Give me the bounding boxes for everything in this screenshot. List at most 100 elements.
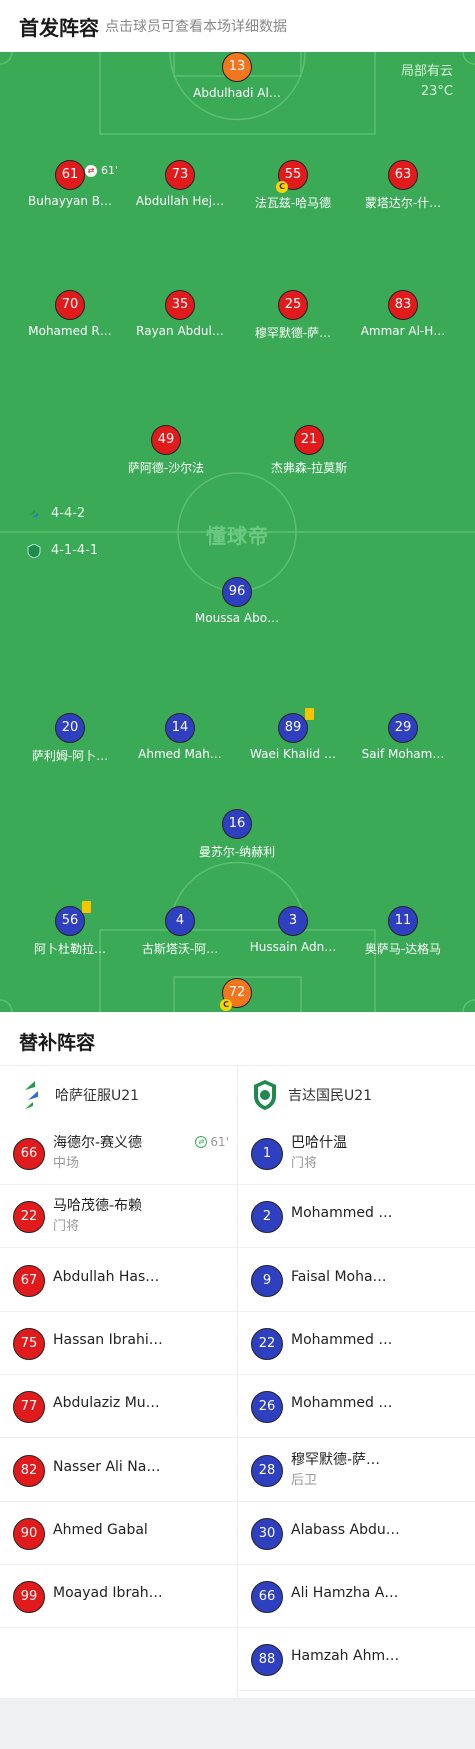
away-player[interactable]: 56 阿卜杜勒拉… bbox=[15, 901, 125, 957]
player-name: Hussain Adn… bbox=[249, 940, 337, 954]
jersey-number: 28 bbox=[251, 1454, 283, 1487]
home-team-header[interactable]: 哈萨征服U21 bbox=[19, 1078, 139, 1112]
substitute-name: Alabass Abdu… bbox=[291, 1521, 400, 1538]
jersey-number-label: 63 bbox=[394, 167, 412, 182]
away-substitute-row[interactable]: 26 Mohammed … bbox=[238, 1375, 475, 1439]
substitute-name: Hassan Ibrahi… bbox=[53, 1331, 163, 1348]
jersey-number: 88 bbox=[251, 1644, 283, 1677]
player-name: 杰弗森-拉莫斯 bbox=[270, 461, 348, 475]
home-player[interactable]: 55 C 法瓦兹-哈马德 bbox=[238, 160, 348, 211]
home-substitute-row[interactable]: 77 Abdulaziz Mu… bbox=[0, 1375, 237, 1439]
home-player[interactable]: 13 Abdulhadi Al… bbox=[182, 52, 292, 100]
away-player[interactable]: 3 Hussain Adn… bbox=[238, 906, 348, 954]
lineup-subtitle: 点击球员可查看本场详细数据 bbox=[105, 19, 287, 35]
substitute-name: Mohammed … bbox=[291, 1205, 393, 1222]
home-player[interactable]: 70 Mohamed R… bbox=[15, 290, 125, 338]
jersey-number: 61 ⇄ 61' bbox=[55, 160, 118, 190]
home-substitute-row[interactable]: 22 马哈茂德-布赖 门将 bbox=[0, 1185, 237, 1249]
jersey-number-label: 4 bbox=[175, 913, 185, 928]
away-substitute-row[interactable]: 22 Mohammed … bbox=[238, 1312, 475, 1375]
jersey-number: 63 bbox=[388, 160, 418, 190]
weather-temperature: 23°C bbox=[420, 84, 453, 99]
jersey-number-label: 70 bbox=[61, 297, 79, 312]
substitute-name: Mohammed … bbox=[291, 1331, 393, 1348]
substitution-icon: ⇄ bbox=[85, 165, 97, 177]
home-formation: 4-4-2 bbox=[27, 506, 85, 521]
captain-badge: C bbox=[276, 181, 288, 193]
jersey-number: 1 bbox=[251, 1138, 283, 1170]
home-substitute-row[interactable]: 75 Hassan Ibrahi… bbox=[0, 1312, 237, 1375]
away-formation-label: 4-1-4-1 bbox=[51, 543, 99, 558]
player-name: 萨利姆-阿卜… bbox=[31, 749, 109, 763]
away-player[interactable]: 11 奥萨马-达格马 bbox=[348, 906, 458, 957]
weather-info: 局部有云 23°C bbox=[401, 62, 453, 102]
player-name: Waei Khalid … bbox=[250, 747, 336, 761]
player-name: Saif Moham… bbox=[361, 747, 445, 761]
substitute-name: Faisal Moha… bbox=[291, 1268, 387, 1285]
jersey-number: 82 bbox=[13, 1454, 45, 1487]
away-player[interactable]: 4 古斯塔沃-阿… bbox=[125, 906, 235, 957]
away-player[interactable]: 96 Moussa Abo… bbox=[182, 577, 292, 625]
away-team-header[interactable]: 吉达国民U21 bbox=[252, 1078, 372, 1112]
away-player[interactable]: 14 Ahmed Mah… bbox=[125, 713, 235, 761]
away-player[interactable]: 20 萨利姆-阿卜… bbox=[15, 713, 125, 764]
away-substitute-row[interactable]: 2 Mohammed … bbox=[238, 1185, 475, 1249]
jersey-number: 55 C bbox=[276, 160, 308, 193]
away-player[interactable]: 29 Saif Moham… bbox=[348, 713, 458, 761]
jersey-number-label: 11 bbox=[394, 913, 412, 928]
jersey-number: 96 bbox=[222, 577, 252, 607]
player-name: 阿卜杜勒拉… bbox=[33, 942, 106, 956]
substitute-position: 后卫 bbox=[291, 1472, 318, 1488]
away-substitute-row[interactable]: 88 Hamzah Ahm… bbox=[238, 1628, 475, 1692]
jersey-number: 77 bbox=[13, 1391, 45, 1424]
substitution-time: 61' bbox=[101, 164, 119, 177]
substitutes-title: 替补阵容 bbox=[19, 1032, 96, 1054]
home-player[interactable]: 35 Rayan Abdul… bbox=[125, 290, 235, 338]
player-name: Ahmed Mah… bbox=[138, 747, 222, 761]
away-substitute-row[interactable]: 28 穆罕默德-萨… 后卫 bbox=[238, 1439, 475, 1502]
away-substitute-row[interactable]: 30 Alabass Abdu… bbox=[238, 1502, 475, 1565]
home-player[interactable]: 83 Ammar Al-H… bbox=[348, 290, 458, 338]
home-substitute-row[interactable]: 66 海德尔-赛义德 中场 ⇄ 61' bbox=[0, 1122, 237, 1185]
player-name: 奥萨马-达格马 bbox=[364, 942, 442, 956]
jersey-number: 13 bbox=[222, 52, 252, 82]
player-name: 穆罕默德-萨… bbox=[254, 326, 332, 340]
substitute-name: 巴哈什温 bbox=[291, 1135, 347, 1151]
jersey-number: 3 bbox=[278, 906, 308, 936]
home-player[interactable]: 21 杰弗森-拉莫斯 bbox=[254, 425, 364, 476]
home-player[interactable]: 49 萨阿德-沙尔法 bbox=[111, 425, 221, 476]
jersey-number: 67 bbox=[13, 1264, 45, 1297]
home-substitute-row[interactable]: 99 Moayad Ibrah… bbox=[0, 1565, 237, 1629]
jersey-number: 22 bbox=[13, 1201, 45, 1234]
substitution-minute: 61' bbox=[210, 1135, 229, 1149]
substitution-time: ⇄ 61' bbox=[195, 1135, 229, 1149]
jersey-number-label: 49 bbox=[157, 432, 175, 447]
away-substitute-row[interactable]: 9 Faisal Moha… bbox=[238, 1249, 475, 1312]
home-substitute-row[interactable]: 82 Nasser Ali Na… bbox=[0, 1439, 237, 1502]
jersey-number-label: 72 bbox=[228, 985, 246, 1000]
jersey-number-label: 16 bbox=[228, 816, 246, 831]
substitute-name: Ali Hamzha A… bbox=[291, 1585, 399, 1602]
pitch: 局部有云 23°C 懂球帝 4-4-2 4-1-4-1 13 Abdulhadi … bbox=[0, 52, 475, 1012]
home-substitute-row[interactable]: 67 Abdullah Has… bbox=[0, 1249, 237, 1312]
away-substitute-row[interactable]: 1 巴哈什温 门将 bbox=[238, 1122, 475, 1185]
jersey-number-label: 35 bbox=[171, 297, 189, 312]
home-player[interactable]: 61 ⇄ 61' Buhayyan B… bbox=[15, 160, 125, 208]
home-player[interactable]: 63 蒙塔达尔-什… bbox=[348, 160, 458, 211]
jersey-number: 35 bbox=[165, 290, 195, 320]
player-name: Moussa Abo… bbox=[194, 611, 280, 625]
away-player[interactable]: 72C萨勒曼-达贾尼 bbox=[182, 978, 292, 1012]
jersey-number: 9 bbox=[251, 1264, 283, 1297]
home-substitute-row[interactable]: 90 Ahmed Gabal bbox=[0, 1502, 237, 1565]
player-name: 蒙塔达尔-什… bbox=[364, 196, 442, 210]
player-name: 古斯塔沃-阿… bbox=[141, 942, 219, 956]
away-substitute-row[interactable]: 66 Ali Hamzha A… bbox=[238, 1565, 475, 1629]
home-player[interactable]: 25 穆罕默德-萨… bbox=[238, 290, 348, 341]
row-divider bbox=[0, 1627, 237, 1629]
jersey-number: 49 bbox=[151, 425, 181, 455]
home-player[interactable]: 73 Abdullah Hej… bbox=[125, 160, 235, 208]
away-player[interactable]: 89 Waei Khalid … bbox=[238, 708, 348, 761]
jersey-number: 83 bbox=[388, 290, 418, 320]
jersey-number: 70 bbox=[55, 290, 85, 320]
away-player[interactable]: 16 曼苏尔-纳赫利 bbox=[182, 809, 292, 860]
